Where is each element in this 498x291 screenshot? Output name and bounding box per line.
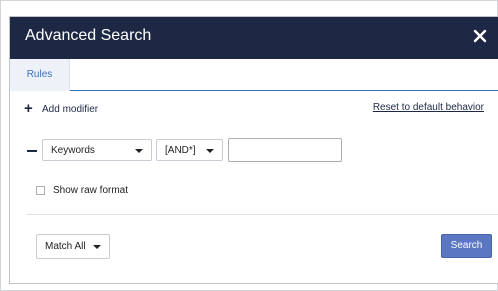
- show-raw-format-label: Show raw format: [53, 185, 129, 196]
- add-modifier-button[interactable]: + Add modifier: [24, 101, 98, 117]
- search-button[interactable]: Search: [441, 234, 492, 258]
- show-raw-format-checkbox[interactable]: [36, 186, 45, 195]
- advanced-search-dialog: Advanced Search Rules + Add modifier Res…: [9, 16, 498, 284]
- rule-operator-value: [AND*]: [165, 145, 196, 156]
- rule-value-input[interactable]: [228, 138, 342, 162]
- rule-field-select[interactable]: Keywords: [42, 139, 152, 161]
- match-mode-value: Match All: [45, 241, 86, 252]
- show-raw-format-option: Show raw format: [36, 185, 128, 196]
- chevron-down-icon: [93, 245, 101, 249]
- footer-divider: [26, 214, 498, 215]
- dialog-header: Advanced Search: [10, 17, 498, 59]
- plus-icon: +: [24, 100, 33, 117]
- add-modifier-label: Add modifier: [42, 103, 99, 115]
- close-icon[interactable]: [471, 27, 489, 45]
- tab-bar: Rules: [10, 59, 498, 91]
- rule-field-value: Keywords: [51, 145, 95, 156]
- chevron-down-icon: [206, 149, 214, 153]
- rule-operator-select[interactable]: [AND*]: [156, 139, 223, 161]
- match-mode-select[interactable]: Match All: [36, 234, 110, 259]
- tab-rules[interactable]: Rules: [10, 59, 70, 91]
- reset-default-link[interactable]: Reset to default behavior: [373, 102, 484, 113]
- remove-rule-icon[interactable]: [27, 150, 37, 152]
- chevron-down-icon: [135, 149, 143, 153]
- dialog-title: Advanced Search: [25, 27, 152, 44]
